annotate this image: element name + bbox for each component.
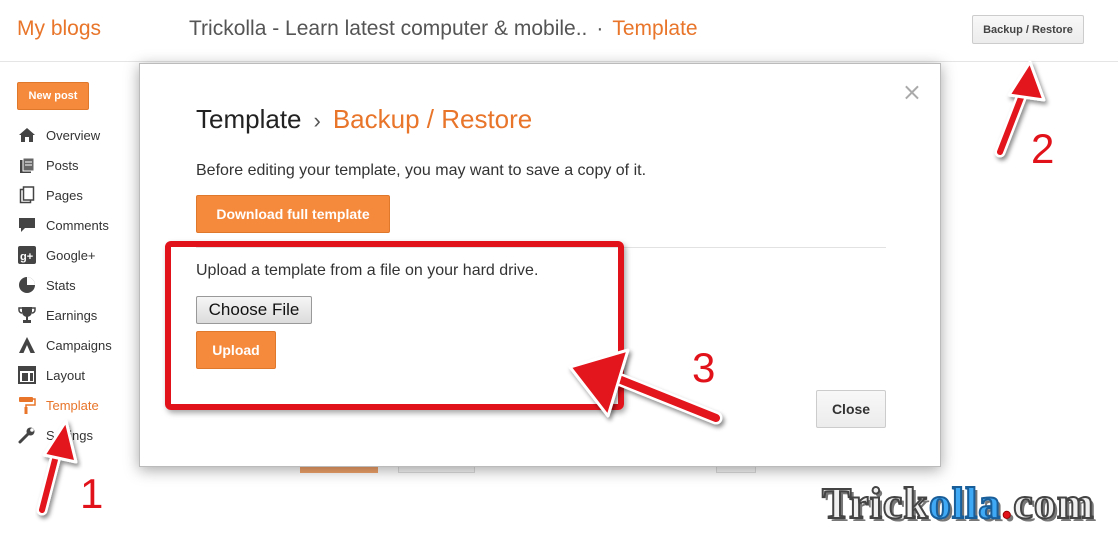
sidebar-item-label: Google+ (46, 247, 96, 263)
sidebar-item-label: Overview (46, 127, 101, 143)
sidebar-item-layout[interactable]: Layout (17, 360, 137, 390)
dialog-title-main: Template (196, 104, 302, 134)
trickolla-watermark: Trickolla.com (821, 478, 1095, 529)
stats-icon (17, 275, 37, 295)
blog-title: Trickolla - Learn latest computer & mobi… (189, 17, 698, 41)
title-separator: · (596, 17, 604, 40)
sidebar-item-stats[interactable]: Stats (17, 270, 137, 300)
watermark-part: . (1001, 479, 1014, 529)
sidebar-item-template[interactable]: Template (17, 390, 137, 420)
new-post-button[interactable]: New post (17, 82, 89, 110)
sidebar-item-overview[interactable]: Overview (17, 120, 137, 150)
page-crumb: Template (612, 17, 698, 40)
top-header: My blogs Trickolla - Learn latest comput… (0, 0, 1118, 62)
sidebar-item-pages[interactable]: Pages (17, 180, 137, 210)
paint-roller-icon (17, 395, 37, 415)
trophy-icon (17, 305, 37, 325)
campaigns-icon (17, 335, 37, 355)
close-button[interactable]: Close (816, 390, 886, 428)
watermark-part: com (1012, 478, 1095, 529)
sidebar-item-label: Layout (46, 367, 86, 383)
chevron-right-icon: › (313, 108, 321, 133)
sidebar-item-posts[interactable]: Posts (17, 150, 137, 180)
dialog-title: Template › Backup / Restore (196, 104, 532, 135)
sidebar-item-settings[interactable]: Settings (17, 420, 137, 450)
sidebar-item-campaigns[interactable]: Campaigns (17, 330, 137, 360)
home-icon (17, 125, 37, 145)
posts-icon (17, 155, 37, 175)
step-number-3: 3 (692, 344, 716, 391)
sidebar-item-google-plus[interactable]: g+ Google+ (17, 240, 137, 270)
close-icon[interactable]: × (902, 78, 922, 106)
dialog-title-sub: Backup / Restore (332, 104, 533, 134)
step-number-1: 1 (80, 470, 104, 517)
watermark-part: Trick (821, 478, 929, 529)
comment-icon (17, 215, 37, 235)
sidebar-item-label: Campaigns (46, 337, 112, 353)
pages-icon (17, 185, 37, 205)
watermark-part: olla (928, 478, 1002, 529)
sidebar-item-comments[interactable]: Comments (17, 210, 137, 240)
backup-description: Before editing your template, you may wa… (196, 162, 647, 179)
sidebar-item-label: Stats (46, 277, 76, 293)
sidebar-item-label: Template (46, 397, 99, 413)
backup-restore-button[interactable]: Backup / Restore (972, 15, 1084, 44)
svg-text:g+: g+ (20, 251, 33, 263)
upload-highlight-box (165, 241, 624, 410)
layout-icon (17, 365, 37, 385)
sidebar-nav: Overview Posts Pages Comments g+ Google+… (17, 120, 137, 450)
sidebar-item-label: Earnings (46, 307, 98, 323)
sidebar-item-label: Settings (46, 427, 93, 443)
my-blogs-link[interactable]: My blogs (17, 17, 101, 41)
sidebar-item-earnings[interactable]: Earnings (17, 300, 137, 330)
wrench-icon (17, 425, 37, 445)
sidebar-item-label: Posts (46, 157, 79, 173)
step-number-2: 2 (1031, 125, 1055, 172)
download-template-button[interactable]: Download full template (196, 195, 390, 233)
google-plus-icon: g+ (17, 245, 37, 265)
sidebar-item-label: Comments (46, 217, 109, 233)
sidebar-item-label: Pages (46, 187, 83, 203)
blog-name[interactable]: Trickolla - Learn latest computer & mobi… (189, 17, 587, 40)
